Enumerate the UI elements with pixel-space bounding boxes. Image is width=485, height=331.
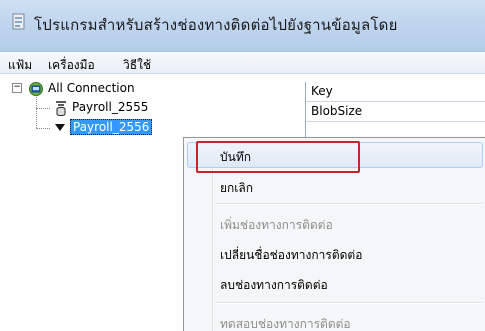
menu-tools[interactable]: เครื่องมือ (48, 56, 95, 75)
menu-bar: แฟ้ม เครื่องมือ วิธีใช้ (0, 52, 485, 74)
menu-file[interactable]: แฟ้ม (8, 56, 32, 75)
database-icon (56, 101, 66, 116)
dropdown-arrow-icon (55, 124, 65, 131)
property-grid: Key BlobSize (305, 82, 485, 142)
tree-connector (36, 108, 50, 109)
connection-group-icon (29, 82, 43, 96)
menu-item-cancel[interactable]: ยกเลิก (220, 179, 253, 198)
grid-header-key: Key (306, 82, 485, 102)
tree-item-all-connection[interactable]: All Connection (48, 81, 135, 95)
grid-row-blobsize[interactable]: BlobSize (306, 102, 485, 122)
collapse-expander-icon[interactable]: − (12, 83, 22, 93)
tree-item-payroll-2555[interactable]: Payroll_2555 (72, 100, 148, 114)
tree-connector (36, 97, 37, 128)
menu-help[interactable]: วิธีใช้ (123, 56, 151, 75)
tree-connector (36, 128, 50, 129)
app-icon (12, 13, 25, 30)
window-title: โปรแกรมสำหรับสร้างช่องทางติดต่อไปยังฐานข… (34, 16, 398, 34)
menu-separator (216, 302, 482, 304)
menu-item-add-connection[interactable]: เพิ่มช่องทางการติดต่อ (220, 216, 333, 235)
annotation-highlight-box (196, 141, 360, 173)
menu-item-rename-connection[interactable]: เปลี่ยนชื่อช่องทางการติดต่อ (220, 246, 362, 265)
menu-separator (216, 203, 482, 205)
menu-item-test-connection[interactable]: ทดสอบช่องทางการติดต่อ (220, 315, 351, 331)
tree-item-payroll-2556[interactable]: Payroll_2556 (70, 119, 153, 135)
title-bar[interactable]: โปรแกรมสำหรับสร้างช่องทางติดต่อไปยังฐานข… (0, 0, 485, 52)
menu-item-delete-connection[interactable]: ลบช่องทางการติดต่อ (220, 276, 328, 295)
